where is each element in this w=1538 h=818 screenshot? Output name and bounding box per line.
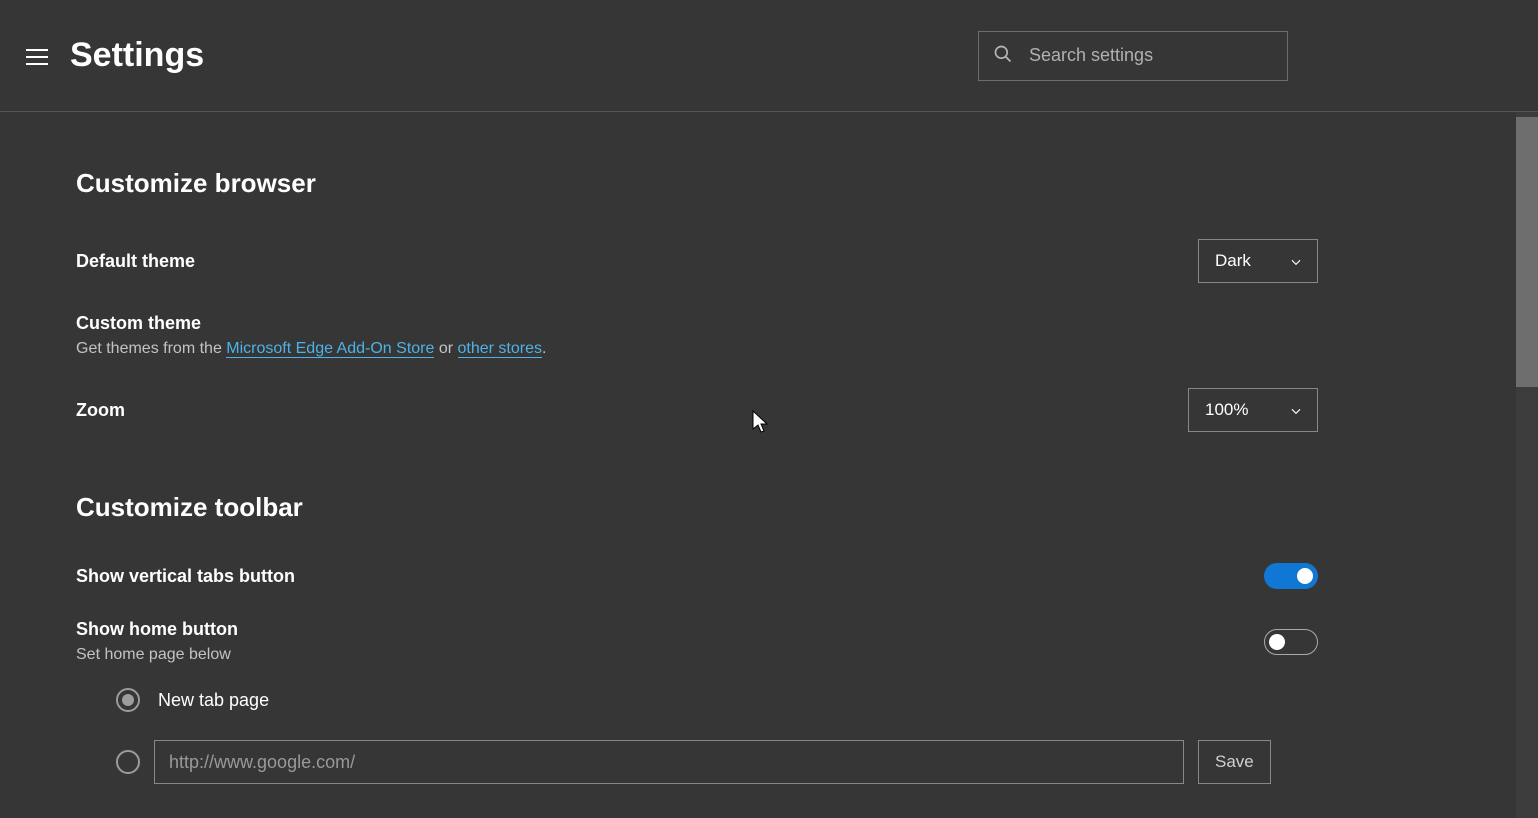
row-vertical-tabs: Show vertical tabs button <box>76 563 1318 589</box>
label-zoom: Zoom <box>76 400 1188 421</box>
search-input[interactable] <box>1029 45 1273 66</box>
toggle-home-button[interactable] <box>1264 629 1318 655</box>
label-vertical-tabs: Show vertical tabs button <box>76 566 1264 587</box>
custom-theme-description: Get themes from the Microsoft Edge Add-O… <box>76 340 1318 358</box>
row-zoom: Zoom 100% <box>76 388 1318 432</box>
row-home-button: Show home button Set home page below <box>76 619 1318 664</box>
label-home-button: Show home button <box>76 619 1264 640</box>
zoom-value: 100% <box>1205 400 1248 420</box>
radio-row-custom-url: Save <box>76 740 1318 784</box>
link-edge-addon-store[interactable]: Microsoft Edge Add-On Store <box>226 340 434 358</box>
toggle-vertical-tabs[interactable] <box>1264 563 1318 589</box>
radio-custom-url[interactable] <box>116 750 140 774</box>
label-new-tab-page: New tab page <box>158 690 269 711</box>
search-icon <box>993 44 1013 68</box>
settings-content: Customize browser Default theme Dark Cus… <box>0 112 1538 818</box>
header: Settings <box>0 0 1538 112</box>
zoom-select[interactable]: 100% <box>1188 388 1318 432</box>
theme-value: Dark <box>1215 251 1251 271</box>
row-default-theme: Default theme Dark <box>76 239 1318 283</box>
scrollbar-thumb[interactable] <box>1516 117 1538 387</box>
radio-row-new-tab: New tab page <box>76 688 1318 712</box>
sublabel-home-button: Set home page below <box>76 646 1264 664</box>
page-title: Settings <box>70 36 958 75</box>
section-customize-toolbar: Customize toolbar <box>76 492 1318 523</box>
link-other-stores[interactable]: other stores <box>458 340 542 358</box>
search-field[interactable] <box>978 31 1288 81</box>
home-url-input[interactable] <box>154 740 1184 784</box>
row-custom-theme: Custom theme Get themes from the Microso… <box>76 313 1318 358</box>
section-customize-browser: Customize browser <box>76 168 1318 199</box>
radio-new-tab-page[interactable] <box>116 688 140 712</box>
chevron-down-icon <box>1289 254 1303 268</box>
chevron-down-icon <box>1289 403 1303 417</box>
label-custom-theme: Custom theme <box>76 313 1318 334</box>
save-button[interactable]: Save <box>1198 740 1271 784</box>
menu-button[interactable] <box>26 45 50 69</box>
scrollbar-track[interactable] <box>1516 112 1538 818</box>
theme-select[interactable]: Dark <box>1198 239 1318 283</box>
label-default-theme: Default theme <box>76 251 1198 272</box>
